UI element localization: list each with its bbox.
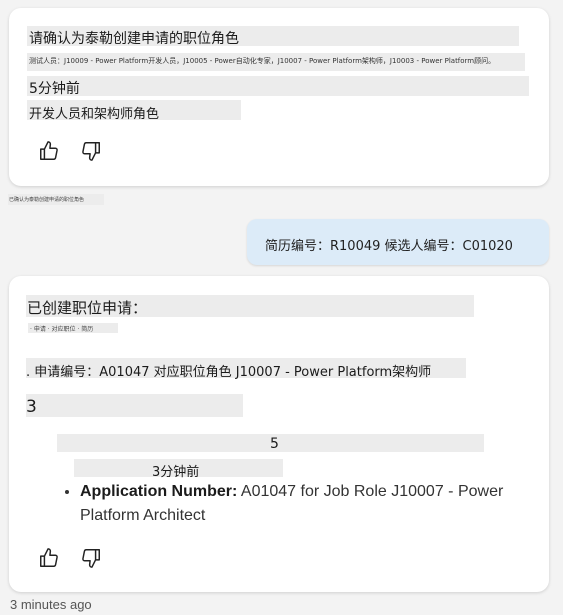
user-message-bubble: 简历编号：R10049 候选人编号：C01020 <box>247 219 549 265</box>
card-heading: 请确认为泰勒创建申请的职位角色 <box>29 31 239 47</box>
role-text: 开发人员和架构师角色 <box>29 107 160 122</box>
roles-line: 测试人员：J10009 - Power Platform开发人员，J10005 … <box>29 57 496 65</box>
time-label: 5分钟前 <box>29 81 80 97</box>
application-list: Application Number: A01047 for Job Role … <box>58 480 520 528</box>
footer-timestamp: 3 minutes ago <box>10 597 92 612</box>
card-heading: 已创建职位申请： <box>27 299 148 317</box>
time-label: 3分钟前 <box>152 465 200 480</box>
thumbs-down-icon[interactable] <box>80 140 102 162</box>
assistant-message-card-2: 已创建职位申请： · 申请 · 对应职位 · 简历 . 申请编号：A01047 … <box>9 276 549 592</box>
application-line: . 申请编号：A01047 对应职位角色 J10007 - Power Plat… <box>26 365 432 380</box>
user-message-text: 简历编号：R10049 候选人编号：C01020 <box>265 239 513 254</box>
text-highlight <box>27 76 529 96</box>
thumbs-up-icon[interactable] <box>38 547 60 569</box>
count-3: 3 <box>26 397 37 417</box>
thumbs-up-icon[interactable] <box>38 140 60 162</box>
text-highlight <box>26 394 243 417</box>
sub-line: · 申请 · 对应职位 · 简历 <box>30 326 94 333</box>
bullet-label: Application Number: <box>80 483 238 500</box>
assistant-message-card-1: 请确认为泰勒创建申请的职位角色 测试人员：J10009 - Power Plat… <box>9 8 549 186</box>
hint-text: 已确认为泰勒创建申请的职位角色 <box>9 197 85 203</box>
list-item: Application Number: A01047 for Job Role … <box>80 480 520 528</box>
thumbs-down-icon[interactable] <box>80 547 102 569</box>
count-5: 5 <box>270 436 279 452</box>
